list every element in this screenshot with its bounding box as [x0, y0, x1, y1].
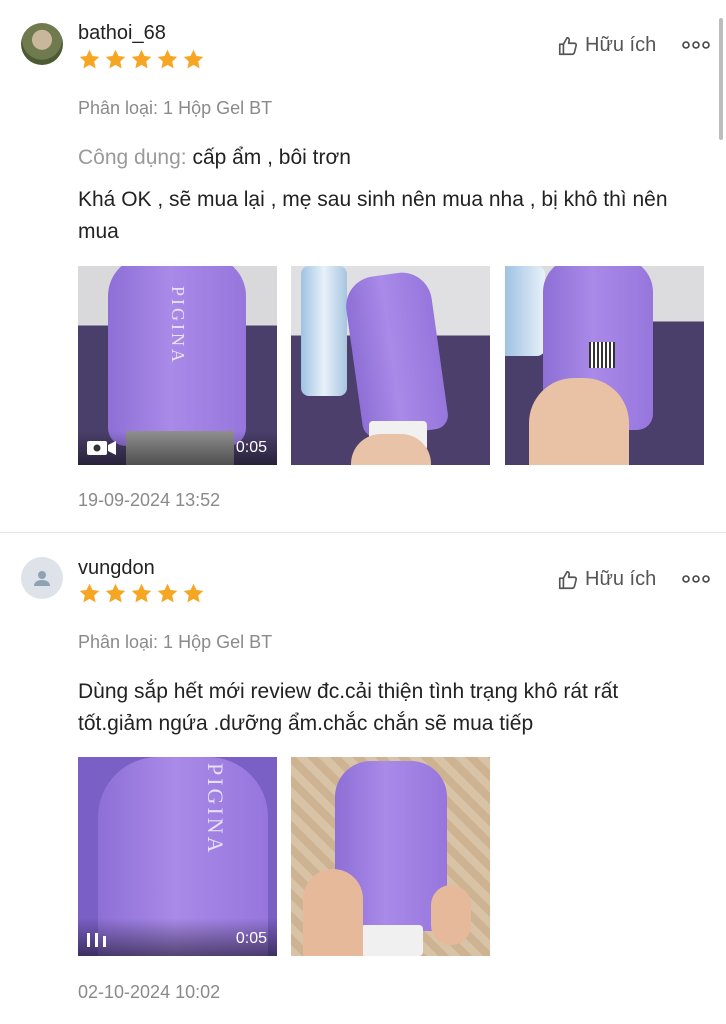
- video-duration: 0:05: [235, 930, 267, 947]
- avatar[interactable]: [21, 557, 63, 599]
- variant-label: Phân loại: 1 Hộp Gel BT: [78, 98, 273, 118]
- divider: [0, 532, 726, 533]
- user-icon: [34, 571, 50, 586]
- review-video-thumbnail[interactable]: PIGINA 0:05: [78, 266, 277, 465]
- product-brand-text: PIGINA: [168, 286, 188, 365]
- star-icon: [157, 49, 178, 69]
- review-date: 19-09-2024 13:52: [78, 490, 221, 510]
- review-content: Dùng sắp hết mới review đc.cải thiện tìn…: [78, 680, 619, 735]
- pause-bars-icon[interactable]: [86, 930, 108, 948]
- review-date: 02-10-2024 10:02: [78, 982, 221, 1002]
- star-icon: [183, 583, 204, 603]
- video-duration: 0:05: [235, 439, 267, 456]
- scrollbar[interactable]: [719, 18, 723, 140]
- star-icon: [131, 583, 152, 603]
- helpful-button[interactable]: Hữu ích: [557, 568, 656, 591]
- review-image[interactable]: [291, 757, 490, 956]
- more-dots-icon[interactable]: [682, 40, 710, 50]
- review-content: Khá OK , sẽ mua lại , mẹ sau sinh nên mu…: [78, 188, 668, 243]
- helpful-label: Hữu ích: [585, 568, 657, 590]
- star-icon: [105, 583, 126, 603]
- helpful-label: Hữu ích: [585, 34, 657, 56]
- review-image[interactable]: [291, 266, 490, 465]
- usage-value: cấp ẩm , bôi trơn: [192, 146, 351, 169]
- thumbs-up-icon: [558, 36, 578, 55]
- username[interactable]: bathoi_68: [78, 22, 166, 45]
- star-icon: [183, 49, 204, 69]
- star-icon: [79, 583, 100, 603]
- review-video-thumbnail[interactable]: PIGINA 0:05: [78, 757, 277, 956]
- more-dots-icon[interactable]: [682, 574, 710, 584]
- star-icon: [79, 49, 100, 69]
- review-image[interactable]: [505, 266, 704, 465]
- video-camera-icon: [87, 441, 116, 455]
- rating-stars: [78, 48, 205, 71]
- star-icon: [131, 49, 152, 69]
- star-icon: [105, 49, 126, 69]
- usage-label: Công dụng:: [78, 146, 187, 169]
- usage-line: Công dụng: cấp ẩm , bôi trơn: [78, 146, 351, 170]
- variant-label: Phân loại: 1 Hộp Gel BT: [78, 632, 273, 652]
- product-brand-text: PIGINA: [203, 763, 228, 856]
- avatar[interactable]: [21, 23, 63, 65]
- username[interactable]: vungdon: [78, 557, 155, 580]
- rating-stars: [78, 582, 205, 605]
- helpful-button[interactable]: Hữu ích: [557, 34, 656, 57]
- star-icon: [157, 583, 178, 603]
- thumbs-up-icon: [558, 570, 578, 589]
